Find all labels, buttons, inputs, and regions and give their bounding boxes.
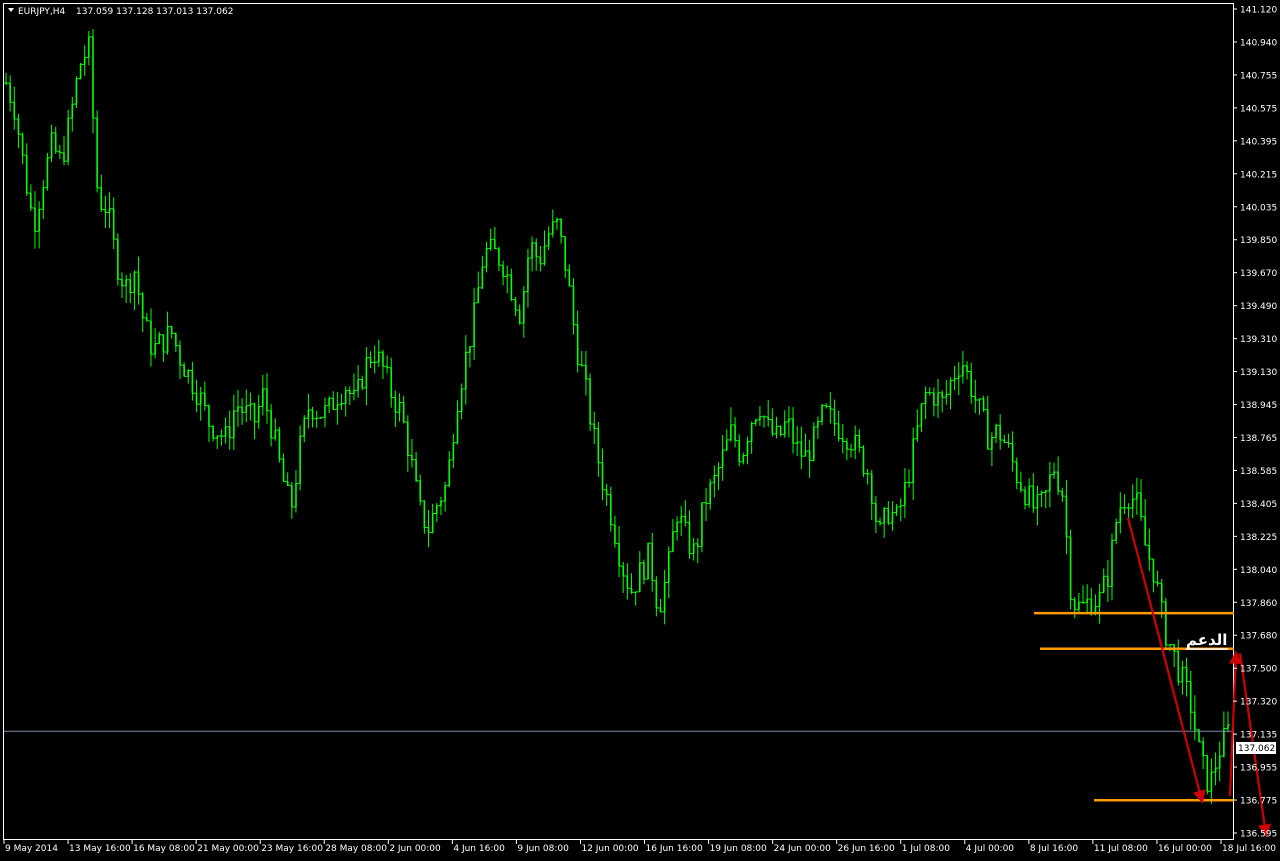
- time-tick-label: 23 May 16:00: [261, 844, 323, 854]
- support-label: الدعم: [1186, 631, 1227, 649]
- time-tick-label: 28 May 08:00: [325, 844, 387, 854]
- price-tick-label: 139.490: [1240, 302, 1277, 312]
- price-tick-label: 141.120: [1240, 6, 1277, 16]
- price-tick-label: 137.500: [1240, 665, 1277, 675]
- time-tick-label: 1 Jul 08:00: [902, 844, 951, 854]
- price-tick-label: 138.405: [1240, 500, 1277, 510]
- price-tick-label: 140.215: [1240, 170, 1277, 180]
- time-tick-label: 26 Jun 16:00: [838, 844, 895, 854]
- price-tick-label: 137.860: [1240, 599, 1277, 609]
- chart-background: [0, 0, 1280, 857]
- time-tick-label: 16 Jun 16:00: [646, 844, 703, 854]
- time-tick-label: 8 Jul 16:00: [1030, 844, 1079, 854]
- price-tick-label: 140.940: [1240, 38, 1277, 48]
- price-tick-label: 139.310: [1240, 335, 1277, 345]
- time-tick-label: 4 Jul 00:00: [966, 844, 1015, 854]
- time-tick-label: 9 May 2014: [5, 844, 58, 854]
- price-tick-label: 140.575: [1240, 104, 1277, 114]
- price-tick-label: 138.040: [1240, 566, 1277, 576]
- time-tick-label: 16 May 08:00: [133, 844, 195, 854]
- price-tick-label: 137.320: [1240, 698, 1277, 708]
- symbol-timeframe: EURJPY,H4: [18, 7, 66, 17]
- time-tick-label: 21 May 00:00: [197, 844, 259, 854]
- price-tick-label: 139.850: [1240, 236, 1277, 246]
- price-tick-label: 138.765: [1240, 434, 1277, 444]
- time-tick-label: 24 Jun 00:00: [774, 844, 831, 854]
- price-tick-label: 139.670: [1240, 269, 1277, 279]
- time-tick-label: 16 Jul 00:00: [1158, 844, 1212, 854]
- time-tick-label: 13 May 16:00: [69, 844, 131, 854]
- time-tick-label: 18 Jul 16:00: [1222, 844, 1276, 854]
- price-tick-label: 138.225: [1240, 533, 1277, 543]
- price-tick-label: 140.035: [1240, 203, 1277, 213]
- price-tick-label: 136.955: [1240, 764, 1277, 774]
- price-tick-label: 136.595: [1240, 830, 1277, 840]
- price-tick-label: 138.945: [1240, 401, 1277, 411]
- price-tick-label: 136.775: [1240, 797, 1277, 807]
- time-tick-label: 4 Jun 16:00: [453, 844, 505, 854]
- time-tick-label: 11 Jul 08:00: [1094, 844, 1148, 854]
- price-tick-label: 140.755: [1240, 71, 1277, 81]
- price-tick-label: 137.680: [1240, 632, 1277, 642]
- price-tick-label: 139.130: [1240, 368, 1277, 378]
- price-tick-label: 137.135: [1240, 731, 1277, 741]
- time-tick-label: 12 Jun 00:00: [581, 844, 638, 854]
- current-price-value: 137.062: [1238, 744, 1275, 754]
- time-tick-label: 2 Jun 00:00: [389, 844, 441, 854]
- price-tick-label: 138.585: [1240, 467, 1277, 477]
- ohlc-readout: 137.059 137.128 137.013 137.062: [76, 7, 233, 17]
- price-chart[interactable]: 141.120 140.940 140.755 140.575 140.395 140.2…: [0, 0, 1280, 857]
- chart-canvas[interactable]: 141.120 140.940 140.755 140.575 140.395 140.2…: [0, 0, 1280, 857]
- time-tick-label: 9 Jun 08:00: [517, 844, 569, 854]
- time-tick-label: 19 Jun 08:00: [710, 844, 767, 854]
- price-tick-label: 140.395: [1240, 137, 1277, 147]
